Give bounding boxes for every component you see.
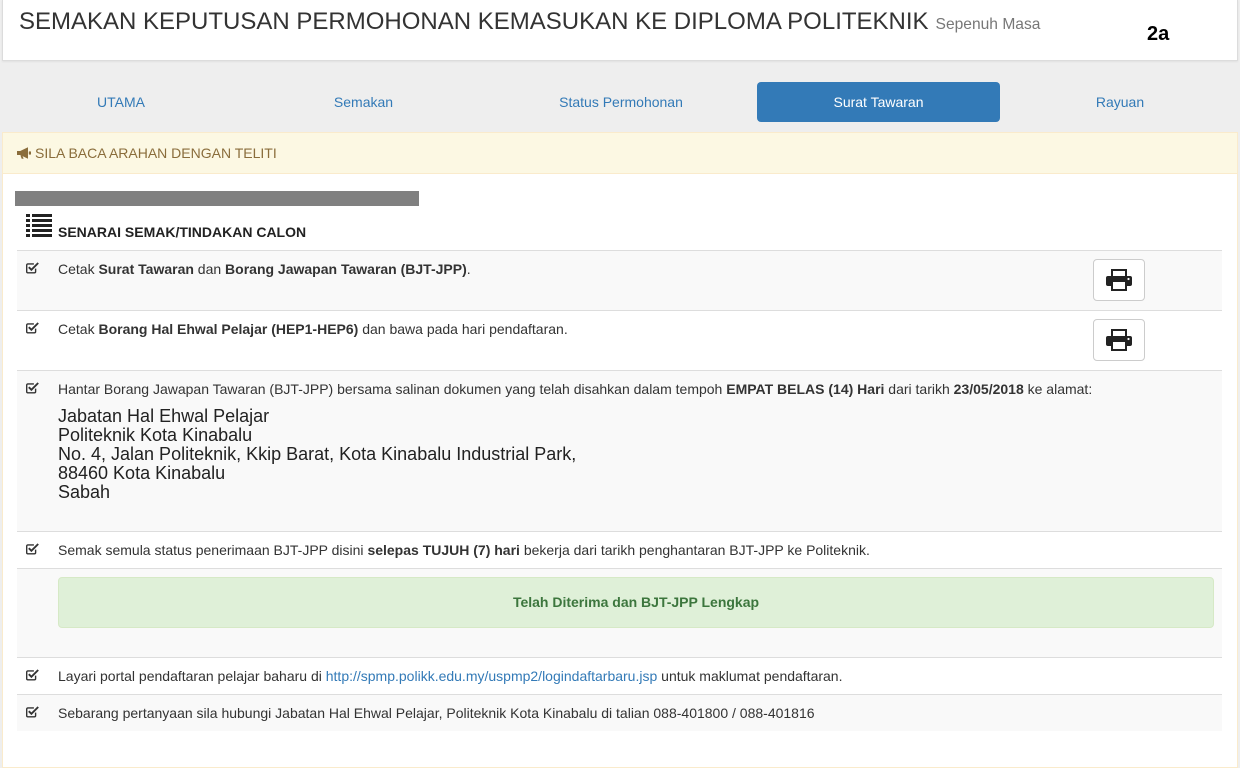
notice-text: SILA BACA ARAHAN DENGAN TELITI	[35, 145, 277, 161]
tab-semakan[interactable]: Semakan	[242, 82, 485, 122]
print-offer-letter-button[interactable]	[1093, 259, 1145, 301]
list-icon	[26, 214, 52, 237]
bold-text: 23/05/2018	[953, 381, 1024, 397]
text-segment: Sebarang pertanyaan sila hubungi Jabatan…	[58, 705, 815, 721]
page-title-text: SEMAKAN KEPUTUSAN PERMOHONAN KEMASUKAN K…	[19, 8, 929, 35]
checklist-row: Sebarang pertanyaan sila hubungi Jabatan…	[17, 694, 1222, 731]
bold-text: Borang Hal Ehwal Pelajar (HEP1-HEP6)	[98, 321, 359, 337]
text-segment: dan bawa pada hari pendaftaran.	[358, 321, 568, 337]
bold-text: Surat Tawaran	[98, 261, 194, 277]
page-subtitle: Sepenuh Masa	[935, 16, 1041, 33]
bold-text: selepas TUJUH (7) hari	[367, 542, 520, 558]
registration-portal-link[interactable]: http://spmp.polikk.edu.my/uspmp2/loginda…	[326, 668, 658, 684]
tab-rayuan[interactable]: Rayuan	[1000, 82, 1240, 122]
checklist-row: Hantar Borang Jawapan Tawaran (BJT-JPP) …	[17, 370, 1222, 531]
status-alert: Telah Diterima dan BJT-JPP Lengkap	[58, 577, 1214, 628]
checklist-row: Cetak Surat Tawaran dan Borang Jawapan T…	[17, 250, 1222, 310]
action-cell	[1085, 251, 1222, 310]
checklist-table: Cetak Surat Tawaran dan Borang Jawapan T…	[17, 250, 1222, 731]
text-segment: bekerja dari tarikh penghantaran BJT-JPP…	[519, 542, 870, 558]
checklist-item-text: Layari portal pendaftaran pelajar baharu…	[50, 658, 1222, 694]
text-segment: Cetak	[58, 321, 99, 337]
address-line: Jabatan Hal Ehwal Pelajar	[58, 406, 270, 426]
check-cell	[17, 371, 50, 531]
checklist-item-text: Sebarang pertanyaan sila hubungi Jabatan…	[50, 695, 1222, 731]
checklist-title: SENARAI SEMAK/TINDAKAN CALON	[58, 224, 307, 240]
text-segment: dan	[193, 261, 226, 277]
text-segment: .	[466, 261, 471, 277]
address-line: Politeknik Kota Kinabalu	[58, 425, 253, 445]
instruction-panel: SILA BACA ARAHAN DENGAN TELITI SENARAI S…	[2, 132, 1238, 768]
checklist-row: Layari portal pendaftaran pelajar baharu…	[17, 657, 1222, 694]
address-line: 88460 Kota Kinabalu	[58, 463, 226, 483]
tab-status-permohonan[interactable]: Status Permohonan	[485, 82, 757, 122]
text-segment: Cetak	[58, 261, 99, 277]
checklist-item-text: Cetak Borang Hal Ehwal Pelajar (HEP1-HEP…	[50, 311, 1085, 370]
check-square-icon	[26, 543, 39, 555]
bullhorn-icon	[17, 147, 31, 159]
text-segment: Layari portal pendaftaran pelajar baharu…	[58, 668, 326, 684]
check-square-icon	[26, 322, 39, 334]
nav-tabs: UTAMA Semakan Status Permohonan Surat Ta…	[0, 82, 1240, 122]
bold-text: EMPAT BELAS (14) Hari	[726, 381, 885, 397]
text-segment: dari tarikh	[884, 381, 954, 397]
action-cell	[1085, 311, 1222, 370]
text-segment: ke alamat:	[1023, 381, 1093, 397]
page-title: SEMAKAN KEPUTUSAN PERMOHONAN KEMASUKAN K…	[19, 6, 1040, 41]
checklist-row: Semak semula status penerimaan BJT-JPP d…	[17, 531, 1222, 568]
check-square-icon	[26, 262, 39, 274]
checklist-item-text: Semak semula status penerimaan BJT-JPP d…	[50, 532, 1222, 568]
empty-cell	[17, 569, 50, 657]
address-line: No. 4, Jalan Politeknik, Kkip Barat, Kot…	[58, 444, 577, 464]
redacted-bar	[15, 191, 419, 206]
page-header: SEMAKAN KEPUTUSAN PERMOHONAN KEMASUKAN K…	[2, 0, 1238, 61]
item-instruction: Hantar Borang Jawapan Tawaran (BJT-JPP) …	[58, 379, 1214, 399]
status-cell: Telah Diterima dan BJT-JPP Lengkap	[50, 569, 1222, 657]
print-icon	[1106, 329, 1132, 351]
print-icon	[1106, 269, 1132, 291]
check-cell	[17, 658, 50, 694]
bold-text: Borang Jawapan Tawaran (BJT-JPP)	[225, 261, 467, 277]
address-line: Sabah	[58, 482, 111, 502]
checklist-panel: SENARAI SEMAK/TINDAKAN CALON Cetak Surat…	[3, 174, 1237, 767]
checklist-item-text: Cetak Surat Tawaran dan Borang Jawapan T…	[50, 251, 1085, 310]
text-segment: untuk maklumat pendaftaran.	[657, 668, 843, 684]
check-cell	[17, 695, 50, 731]
tab-surat-tawaran[interactable]: Surat Tawaran	[757, 82, 1000, 122]
check-square-icon	[26, 382, 39, 394]
check-cell	[17, 311, 50, 370]
checklist-item-text: Hantar Borang Jawapan Tawaran (BJT-JPP) …	[50, 371, 1222, 531]
address-block: Jabatan Hal Ehwal Pelajar Politeknik Kot…	[58, 407, 1214, 502]
status-row: Telah Diterima dan BJT-JPP Lengkap	[17, 568, 1222, 657]
text-segment: Semak semula status penerimaan BJT-JPP d…	[58, 542, 368, 558]
check-cell	[17, 251, 50, 310]
check-square-icon	[26, 706, 39, 718]
print-hep-form-button[interactable]	[1093, 319, 1145, 361]
check-cell	[17, 532, 50, 568]
page-label: 2a	[1147, 23, 1170, 45]
checklist-row: Cetak Borang Hal Ehwal Pelajar (HEP1-HEP…	[17, 310, 1222, 370]
check-square-icon	[26, 669, 39, 681]
text-segment: Hantar Borang Jawapan Tawaran (BJT-JPP) …	[58, 381, 727, 397]
notice-heading: SILA BACA ARAHAN DENGAN TELITI	[3, 133, 1237, 174]
tab-utama[interactable]: UTAMA	[0, 82, 242, 122]
